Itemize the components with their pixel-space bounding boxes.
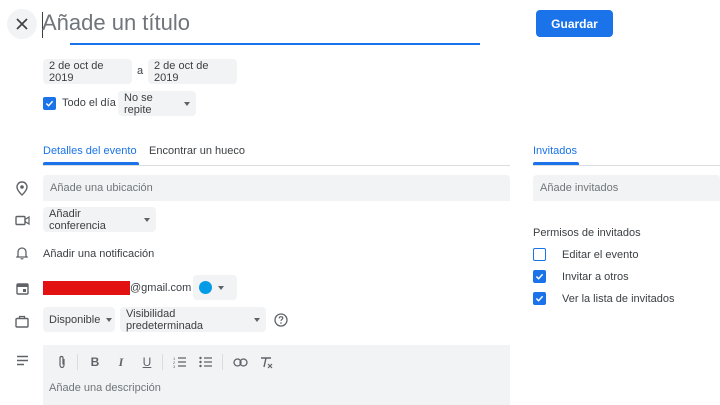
- permission-edit-label: Editar el evento: [562, 249, 639, 261]
- description-placeholder: Añade una descripción: [49, 382, 161, 394]
- help-icon[interactable]: [274, 313, 288, 327]
- toolbar-separator: [162, 354, 163, 370]
- dropdown-arrow-icon: [106, 317, 113, 322]
- close-icon: [16, 18, 28, 30]
- title-input[interactable]: Añade un título: [42, 8, 480, 38]
- link-icon[interactable]: [232, 354, 248, 370]
- tab-event-details[interactable]: Detalles del evento: [43, 145, 137, 157]
- dropdown-arrow-icon: [184, 101, 190, 106]
- date-separator: a: [137, 65, 144, 77]
- location-input[interactable]: Añade una ubicación: [43, 175, 510, 201]
- repeat-dropdown[interactable]: No se repite: [118, 91, 196, 116]
- toolbar-separator: [222, 354, 223, 370]
- calendar-icon: [14, 280, 30, 296]
- start-date-picker[interactable]: 2 de oct de 2019: [43, 59, 132, 84]
- tab-guests[interactable]: Invitados: [533, 145, 577, 157]
- bell-icon: [14, 245, 30, 261]
- title-focus-underline: [70, 43, 480, 45]
- dropdown-arrow-icon: [254, 317, 260, 322]
- svg-text:3: 3: [173, 364, 176, 368]
- bulleted-list-icon[interactable]: [198, 354, 214, 370]
- add-conference-dropdown[interactable]: Añadir conferencia: [43, 207, 156, 232]
- event-color-picker[interactable]: [193, 275, 237, 300]
- all-day-checkbox[interactable]: [43, 97, 56, 110]
- location-pin-icon: [14, 180, 30, 196]
- guest-permissions-title: Permisos de invitados: [533, 227, 641, 239]
- briefcase-icon: [14, 313, 30, 329]
- permission-invite-checkbox[interactable]: [533, 270, 546, 283]
- save-button[interactable]: Guardar: [536, 10, 613, 37]
- all-day-label: Todo el día: [62, 97, 116, 109]
- italic-icon[interactable]: I: [113, 354, 129, 370]
- close-button[interactable]: [7, 9, 37, 39]
- redacted-email-block: [43, 281, 130, 295]
- availability-value: Disponible: [49, 313, 101, 326]
- add-conference-label: Añadir conferencia: [49, 207, 106, 232]
- permission-invite-label: Invitar a otros: [562, 271, 629, 283]
- check-icon: [535, 273, 544, 280]
- video-camera-icon: [14, 212, 30, 228]
- visibility-value: Visibilidad predeterminada: [126, 307, 204, 332]
- bold-icon[interactable]: B: [87, 354, 103, 370]
- clear-formatting-icon[interactable]: [258, 354, 274, 370]
- permission-see-list-checkbox[interactable]: [533, 292, 546, 305]
- permission-see-list-label: Ver la lista de invitados: [562, 293, 675, 305]
- color-dot: [199, 281, 212, 294]
- description-lines-icon: [14, 352, 30, 368]
- toolbar-separator: [77, 354, 78, 370]
- tabs-divider: [43, 165, 510, 166]
- end-date-picker[interactable]: 2 de oct de 2019: [148, 59, 237, 84]
- add-notification-link[interactable]: Añadir una notificación: [43, 248, 154, 260]
- tab-find-time[interactable]: Encontrar un hueco: [149, 145, 245, 157]
- underline-icon[interactable]: U: [139, 354, 155, 370]
- attachment-icon[interactable]: [54, 354, 70, 370]
- dropdown-arrow-icon: [144, 217, 150, 222]
- guests-divider: [533, 165, 720, 166]
- availability-dropdown[interactable]: Disponible: [43, 307, 115, 332]
- dropdown-arrow-icon: [218, 285, 224, 290]
- calendar-email-suffix: @gmail.com: [130, 282, 192, 294]
- visibility-dropdown[interactable]: Visibilidad predeterminada: [120, 307, 266, 332]
- check-icon: [45, 100, 54, 107]
- numbered-list-icon[interactable]: 123: [172, 354, 188, 370]
- permission-edit-checkbox[interactable]: [533, 248, 546, 261]
- add-guests-input[interactable]: Añade invitados: [533, 175, 720, 201]
- check-icon: [535, 295, 544, 302]
- repeat-value: No se repite: [124, 91, 153, 116]
